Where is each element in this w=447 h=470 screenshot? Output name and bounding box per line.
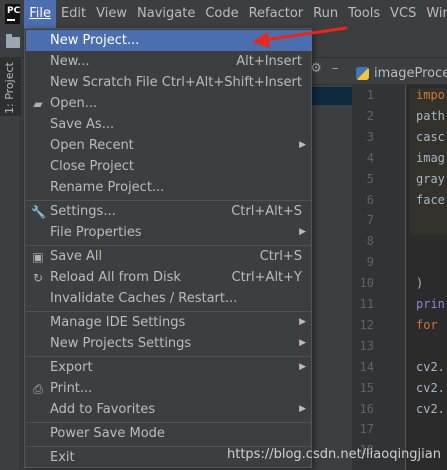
menu-item-new[interactable]: New... Alt+Insert [26, 51, 312, 72]
submenu-arrow-icon: ▶ [299, 227, 306, 237]
left-tool-strip: 1: Project [0, 58, 21, 470]
line-number: 2 [366, 108, 374, 123]
line-number: 16 [359, 401, 374, 416]
menu-item-rename-project[interactable]: Rename Project... [26, 177, 312, 198]
line-number: 9 [366, 255, 374, 270]
pycharm-logo-icon: PC [5, 4, 21, 24]
submenu-arrow-icon: ▶ [299, 362, 306, 372]
submenu-arrow-icon: ▶ [299, 404, 306, 414]
code-line: casc [416, 129, 445, 144]
reload-icon: ↻ [32, 271, 44, 285]
open-folder-icon: ▰ [33, 97, 43, 111]
menu-vcs[interactable]: VCS [385, 0, 421, 28]
project-tree-selection [312, 87, 352, 105]
submenu-arrow-icon: ▶ [299, 317, 306, 327]
folder-icon[interactable] [6, 34, 20, 48]
menu-item-new-scratch-file[interactable]: New Scratch File Ctrl+Alt+Shift+Insert [26, 72, 312, 93]
editor-tab-imageprocessing[interactable]: imageProce [356, 62, 447, 84]
code-line: face [416, 192, 445, 207]
save-icon: ▣ [32, 250, 44, 264]
project-tool-tab[interactable]: 1: Project [0, 58, 21, 116]
menu-code[interactable]: Code [200, 0, 243, 28]
menu-file[interactable]: File [24, 0, 56, 28]
menu-window[interactable]: Windo [421, 0, 447, 28]
code-line: cv2. [416, 359, 445, 374]
menu-item-invalidate-caches[interactable]: Invalidate Caches / Restart... [26, 288, 312, 309]
line-number: 3 [366, 129, 374, 144]
line-number: 13 [359, 338, 374, 353]
annotation-arrow-icon [252, 26, 348, 48]
code-line: gray [416, 171, 445, 186]
menu-item-reload-all[interactable]: ↻ Reload All from Disk Ctrl+Alt+Y [26, 267, 312, 288]
code-line: ) [416, 276, 424, 291]
hide-panel-icon[interactable]: – [332, 62, 344, 76]
line-number: 10 [359, 276, 374, 291]
code-line: for [416, 317, 438, 332]
menu-item-new-projects-settings[interactable]: New Projects Settings ▶ [26, 333, 312, 354]
line-number: 15 [359, 380, 374, 395]
code-line: imag [416, 150, 445, 165]
line-number: 11 [359, 297, 374, 311]
menu-item-close-project[interactable]: Close Project [26, 156, 312, 177]
wrench-icon: 🔧 [31, 205, 46, 219]
menu-navigate[interactable]: Navigate [132, 0, 200, 28]
submenu-arrow-icon: ▶ [299, 140, 306, 150]
editor-tab-label: imageProce [374, 65, 447, 81]
python-file-icon [356, 66, 369, 80]
menu-item-open-recent[interactable]: Open Recent ▶ [26, 135, 312, 156]
menu-view[interactable]: View [91, 0, 132, 28]
code-line: cv2. [416, 401, 445, 416]
code-line: impo [416, 88, 445, 102]
line-number: 5 [366, 171, 374, 186]
menu-item-open[interactable]: ▰ Open... [26, 93, 312, 114]
menu-bar: PC File Edit View Navigate Code Refactor… [0, 0, 447, 28]
menu-item-print[interactable]: ⎙ Print... [26, 378, 312, 399]
menu-item-manage-ide-settings[interactable]: Manage IDE Settings ▶ [26, 312, 312, 333]
code-line: cv2. [416, 380, 445, 395]
code-line: path [416, 108, 445, 123]
line-number: 17 [359, 422, 374, 437]
menu-item-power-save-mode[interactable]: Power Save Mode [26, 423, 312, 444]
submenu-arrow-icon: ▶ [299, 338, 306, 348]
watermark: https://blog.csdn.net/liaoqingjian [227, 447, 441, 462]
file-menu-dropdown: New Project... New... Alt+Insert New Scr… [24, 28, 312, 468]
line-number: 6 [366, 192, 374, 207]
menu-item-export[interactable]: Export ▶ [26, 357, 312, 378]
project-tool-tab-label: 1: Project [3, 62, 16, 114]
menu-item-save-all[interactable]: ▣ Save All Ctrl+S [26, 246, 312, 267]
printer-icon: ⎙ [33, 382, 43, 396]
menu-item-save-as[interactable]: Save As... [26, 114, 312, 135]
line-number: 14 [359, 359, 374, 374]
line-number: 4 [366, 150, 374, 165]
line-number: 8 [366, 234, 374, 249]
line-number: 1 [366, 88, 374, 102]
menu-item-settings[interactable]: 🔧 Settings... Ctrl+Alt+S [26, 201, 312, 222]
menu-item-add-to-favorites[interactable]: Add to Favorites ▶ [26, 399, 312, 420]
menu-edit[interactable]: Edit [56, 0, 91, 28]
line-number: 12 [359, 317, 374, 332]
line-number: 7 [366, 213, 374, 228]
code-line: prin [416, 297, 445, 311]
menu-item-file-properties[interactable]: File Properties ▶ [26, 222, 312, 243]
